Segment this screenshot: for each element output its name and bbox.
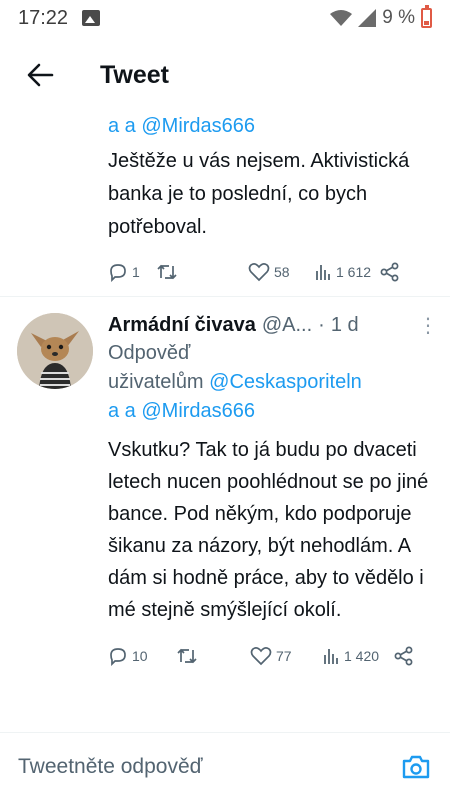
avatar[interactable]	[17, 313, 93, 389]
reply-button[interactable]: 10	[108, 646, 176, 666]
views-button[interactable]: 1 420	[322, 647, 394, 665]
reply-compose-bar	[0, 732, 450, 800]
more-options-button[interactable]: ⋮	[418, 313, 438, 338]
reply-mentions[interactable]: a a @Mirdas666	[108, 112, 434, 141]
back-button[interactable]	[10, 45, 70, 105]
retweet-icon	[157, 264, 177, 280]
reply-to-line: uživatelům @Ceskasporiteln	[108, 368, 438, 397]
arrow-left-icon	[27, 63, 54, 87]
status-time: 17:22	[18, 6, 69, 29]
share-icon	[380, 262, 399, 282]
camera-icon	[402, 755, 430, 778]
separator-dot: ·	[318, 313, 325, 336]
retweet-icon	[177, 648, 197, 664]
reply-to-prefix: uživatelům	[108, 371, 204, 393]
tweet-text: Ještěže u vás nejsem. Aktivistická banka…	[108, 150, 410, 238]
tweet-text: Vskutku? Tak to já budu po dvaceti letec…	[108, 439, 429, 621]
retweet-button[interactable]	[176, 646, 250, 666]
top-app-bar: Tweet	[0, 36, 450, 114]
reply-input[interactable]	[18, 754, 378, 779]
views-icon	[324, 649, 338, 664]
reply-to-account-link[interactable]: @Ceskasporiteln	[209, 371, 362, 393]
views-count: 1 420	[344, 648, 380, 664]
display-name[interactable]: Armádní čivava	[108, 314, 256, 337]
like-button[interactable]: 58	[248, 262, 314, 282]
battery-percent: 9 %	[382, 7, 415, 28]
tweet-actions: 1 58 1 612	[108, 258, 434, 286]
status-bar: 17:22 9 %	[0, 0, 450, 36]
share-button[interactable]	[394, 646, 414, 666]
cellular-signal-icon	[358, 9, 377, 27]
views-button[interactable]: 1 612	[314, 263, 380, 281]
tweet-header: Armádní čivava @A... · 1 d ⋮	[108, 311, 438, 339]
like-count: 77	[276, 648, 292, 664]
like-count: 58	[274, 264, 290, 280]
reply-button[interactable]: 1	[108, 262, 156, 282]
share-icon	[394, 646, 413, 666]
share-button[interactable]	[380, 262, 400, 282]
divider	[0, 296, 450, 297]
page-title: Tweet	[100, 60, 169, 89]
reply-to-mentions[interactable]: a a @Mirdas666	[108, 397, 438, 426]
views-count: 1 612	[336, 264, 372, 280]
views-icon	[316, 265, 330, 280]
reply-icon	[110, 264, 126, 282]
status-indicators: 9 %	[330, 5, 432, 29]
chihuahua-avatar-image	[17, 313, 93, 389]
like-button[interactable]: 77	[250, 646, 322, 666]
tweet-actions: 10 77 1 420	[108, 642, 438, 670]
tweet-time[interactable]: 1 d	[331, 314, 359, 337]
reply-label: Odpověď	[108, 342, 191, 364]
image-notification-icon	[82, 10, 101, 26]
heart-icon	[250, 647, 272, 666]
reply-tweet-previous[interactable]: a a @Mirdas666 Ještěže u vás nejsem. Akt…	[0, 112, 450, 286]
reply-count: 1	[132, 264, 140, 280]
reply-count: 10	[132, 648, 148, 664]
retweet-button[interactable]	[156, 262, 248, 282]
wifi-icon	[330, 10, 353, 26]
battery-icon	[421, 5, 432, 28]
reply-icon	[110, 648, 126, 666]
camera-button[interactable]	[400, 751, 432, 783]
heart-icon	[248, 263, 270, 282]
user-handle[interactable]: @A...	[262, 314, 312, 337]
